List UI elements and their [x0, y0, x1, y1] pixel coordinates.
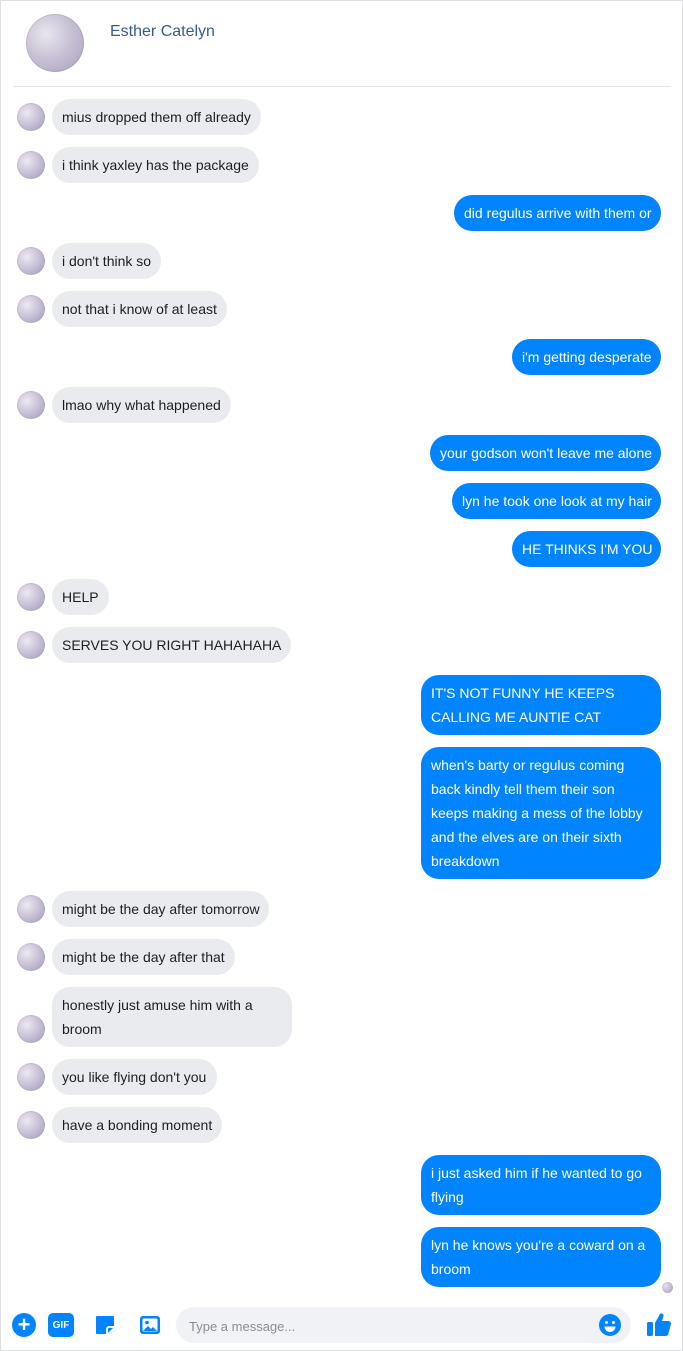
message-bubble-outgoing: i just asked him if he wanted to go flyi… — [421, 1155, 661, 1215]
message-bubble-outgoing: HE THINKS I'M YOU — [512, 531, 661, 567]
message-bubble-incoming: mius dropped them off already — [52, 99, 261, 135]
avatar — [17, 247, 45, 275]
avatar — [17, 1015, 45, 1043]
chat-header: Esther Catelyn — [13, 1, 671, 87]
message-input-wrapper — [176, 1307, 631, 1345]
message-bubble-incoming: have a bonding moment — [52, 1107, 222, 1143]
avatar — [17, 295, 45, 323]
message-bubble-outgoing: your godson won't leave me alone — [430, 435, 661, 471]
avatar — [17, 391, 45, 419]
message-bubble-incoming: SERVES YOU RIGHT HAHAHAHA — [52, 627, 291, 663]
message-bubble-incoming: might be the day after that — [52, 939, 235, 975]
avatar — [17, 103, 45, 131]
emoji-icon[interactable] — [598, 1313, 622, 1337]
avatar — [17, 943, 45, 971]
seen-indicator-avatar — [662, 1282, 673, 1293]
avatar — [17, 1063, 45, 1091]
message-bubble-incoming: you like flying don't you — [52, 1059, 217, 1095]
message-bubble-incoming: HELP — [52, 579, 109, 615]
chat-window: Esther Catelyn mius dropped them off alr… — [0, 0, 683, 1351]
message-bubble-incoming: i think yaxley has the package — [52, 147, 259, 183]
message-bubble-outgoing: i'm getting desperate — [512, 339, 661, 375]
avatar — [17, 1111, 45, 1139]
gif-icon[interactable]: GIF — [48, 1313, 74, 1337]
composer-bar: + GIF — [1, 1301, 683, 1351]
avatar — [17, 151, 45, 179]
avatar[interactable] — [26, 14, 84, 72]
message-bubble-incoming: might be the day after tomorrow — [52, 891, 269, 927]
message-bubble-outgoing: lyn he took one look at my hair — [452, 483, 661, 519]
message-bubble-incoming: lmao why what happened — [52, 387, 231, 423]
avatar — [17, 583, 45, 611]
message-bubble-outgoing: when's barty or regulus coming back kind… — [421, 747, 661, 879]
message-bubble-incoming: not that i know of at least — [52, 291, 227, 327]
message-bubble-outgoing: did regulus arrive with them or — [454, 195, 661, 231]
sticker-icon[interactable] — [93, 1313, 117, 1337]
avatar — [17, 631, 45, 659]
message-bubble-incoming: i don't think so — [52, 243, 161, 279]
message-input[interactable] — [187, 1307, 591, 1345]
message-bubble-incoming: honestly just amuse him with a broom — [52, 987, 292, 1047]
plus-icon[interactable]: + — [12, 1313, 36, 1337]
avatar — [17, 895, 45, 923]
contact-name[interactable]: Esther Catelyn — [110, 23, 215, 41]
like-icon[interactable] — [645, 1310, 673, 1338]
message-bubble-outgoing: IT'S NOT FUNNY HE KEEPS CALLING ME AUNTI… — [421, 675, 661, 735]
message-bubble-outgoing: lyn he knows you're a coward on a broom — [421, 1227, 661, 1287]
image-icon[interactable] — [138, 1313, 162, 1337]
